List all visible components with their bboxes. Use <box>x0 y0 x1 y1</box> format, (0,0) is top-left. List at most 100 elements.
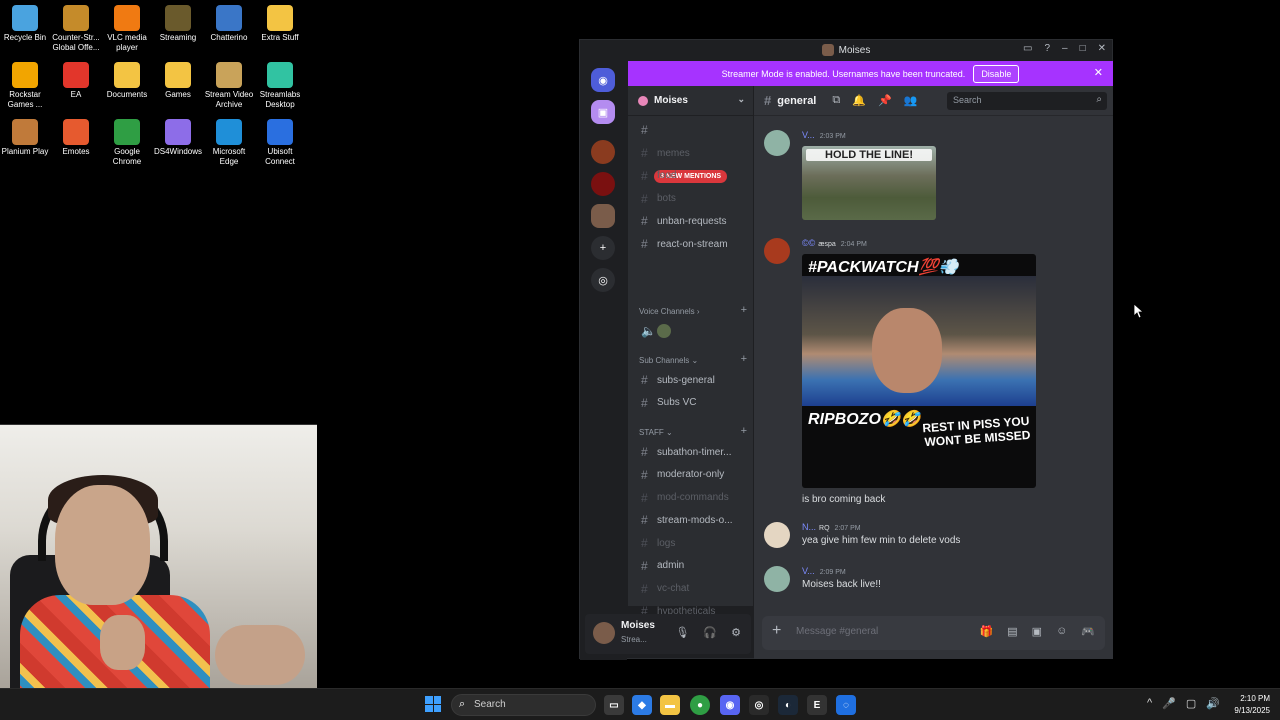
desktop-icon[interactable]: Games <box>153 62 203 100</box>
channel-item[interactable]: # memes <box>641 146 690 160</box>
server-header[interactable]: Moises ⌄ <box>628 86 753 116</box>
help-icon[interactable]: ? <box>1044 43 1050 54</box>
minimize-button[interactable]: – <box>1062 43 1068 54</box>
desktop-icon[interactable]: Planium Play <box>0 119 50 157</box>
channel-item[interactable]: # bots <box>641 192 676 206</box>
channel-item[interactable]: # logs <box>641 536 675 550</box>
gear-icon[interactable]: ⚙ <box>731 626 741 639</box>
desktop-icon[interactable]: EA <box>51 62 101 100</box>
direct-messages-icon[interactable]: ◉ <box>591 68 615 92</box>
bell-icon[interactable]: 🔔 <box>852 94 866 107</box>
headphones-icon[interactable]: 🎧 <box>703 626 717 639</box>
pin-icon[interactable]: 📌 <box>878 94 892 107</box>
add-server-icon[interactable]: + <box>591 236 615 260</box>
disable-button[interactable]: Disable <box>973 64 1020 83</box>
channel-item[interactable]: # subs-general <box>641 373 715 387</box>
channel-item[interactable]: # subathon-timer... <box>641 445 731 459</box>
server-icon-purple[interactable]: ▣ <box>591 100 615 124</box>
start-button[interactable] <box>425 696 441 712</box>
meme-attachment[interactable]: #PACKWATCH💯💨 RIPBOZO🤣🤣 REST IN PISS YOU … <box>802 254 1036 488</box>
message-author[interactable]: ©© æspa 2:04 PM <box>802 238 867 248</box>
discord-taskbar-icon[interactable]: ◉ <box>720 695 740 715</box>
chevron-up-icon[interactable]: ^ <box>1147 697 1152 710</box>
task-view-icon[interactable]: ▭ <box>604 695 624 715</box>
clock[interactable]: 2:10 PM 9/13/2025 <box>1234 693 1270 717</box>
image-attachment[interactable]: HOLD THE LINE! <box>802 146 936 220</box>
desktop-icon-label: Streamlabs Desktop <box>259 90 301 109</box>
add-channel-icon[interactable]: + <box>741 425 747 437</box>
message-author[interactable]: V... 2:09 PM <box>802 566 846 576</box>
server-icon-2[interactable] <box>591 172 615 196</box>
desktop-icon[interactable]: Documents <box>102 62 152 100</box>
gif-icon[interactable]: ▤ <box>1007 625 1017 638</box>
channel-item[interactable]: # admin <box>641 559 684 573</box>
attach-plus-icon[interactable]: + <box>772 622 781 640</box>
obs-icon[interactable]: ◎ <box>749 695 769 715</box>
epic-games-icon[interactable]: E <box>807 695 827 715</box>
search-placeholder: Search <box>953 95 982 105</box>
category-staff[interactable]: STAFF ⌄ <box>639 428 673 437</box>
members-icon[interactable]: 👥 <box>904 94 918 107</box>
channel-item[interactable]: # Subs VC <box>641 396 696 410</box>
desktop-icon[interactable]: Chatterino <box>204 5 254 43</box>
desktop-icon[interactable]: Microsoft Edge <box>204 119 254 167</box>
server-icon-moises[interactable] <box>591 204 615 228</box>
desktop-icon[interactable]: Recycle Bin <box>0 5 50 43</box>
channel-item[interactable]: # unban-requests <box>641 214 727 228</box>
ubisoft-taskbar-icon[interactable]: ◌ <box>836 695 856 715</box>
sticker-icon[interactable]: ▣ <box>1032 625 1042 638</box>
desktop-icon[interactable]: Counter-Str... Global Offe... <box>51 5 101 53</box>
chrome-icon[interactable]: ● <box>690 695 710 715</box>
threads-icon[interactable]: ⧉ <box>832 94 840 107</box>
desktop-icon[interactable]: Rockstar Games ... <box>0 62 50 110</box>
category-voice[interactable]: Voice Channels › <box>639 307 699 316</box>
avatar[interactable] <box>764 238 790 264</box>
banner-close-icon[interactable]: ✕ <box>1094 66 1103 79</box>
desktop-icon[interactable]: Google Chrome <box>102 119 152 167</box>
copilot-icon[interactable]: ◆ <box>632 695 652 715</box>
display-icon[interactable]: ▢ <box>1186 697 1196 710</box>
channel-item[interactable]: # food <box>641 169 676 183</box>
taskbar-search[interactable]: ⌕ Search <box>451 694 596 716</box>
desktop-icon[interactable]: Streamlabs Desktop <box>255 62 305 110</box>
message-author[interactable]: V... 2:03 PM <box>802 130 846 140</box>
channel-item[interactable]: # mod-commands <box>641 491 729 505</box>
message-composer[interactable]: + Message #general 🎁 ▤ ▣ ☺ 🎮 <box>762 616 1105 650</box>
desktop-icon[interactable]: VLC media player <box>102 5 152 53</box>
close-button[interactable]: ✕ <box>1098 43 1106 54</box>
volume-icon[interactable]: 🔊 <box>1206 697 1220 710</box>
desktop-icon[interactable]: Stream Video Archive <box>204 62 254 110</box>
microphone-icon[interactable]: 🎙 <box>675 626 689 639</box>
search-input[interactable]: Search ⌕ <box>947 92 1107 110</box>
desktop-icon[interactable]: Emotes <box>51 119 101 157</box>
chevron-down-icon[interactable]: ⌄ <box>737 94 745 105</box>
steam-icon[interactable]: ◐ <box>778 695 798 715</box>
channel-item[interactable]: # stream-mods-o... <box>641 513 733 527</box>
server-icon-1[interactable] <box>591 140 615 164</box>
avatar[interactable] <box>593 622 615 644</box>
voice-channel[interactable]: 🔈 <box>641 324 671 338</box>
add-channel-icon[interactable]: + <box>741 304 747 316</box>
avatar[interactable] <box>764 130 790 156</box>
desktop-icon[interactable]: Streaming <box>153 5 203 43</box>
avatar[interactable] <box>764 566 790 592</box>
category-sub[interactable]: Sub Channels ⌄ <box>639 356 698 365</box>
activity-icon[interactable]: 🎮 <box>1081 625 1095 638</box>
add-channel-icon[interactable]: + <box>741 353 747 365</box>
channel-hidden[interactable]: # <box>641 123 657 137</box>
gift-icon[interactable]: 🎁 <box>980 625 994 638</box>
desktop-icon[interactable]: DS4Windows <box>153 119 203 157</box>
avatar[interactable] <box>764 522 790 548</box>
channel-item[interactable]: # vc-chat <box>641 582 689 596</box>
inbox-icon[interactable]: ▭ <box>1023 43 1032 54</box>
discover-icon[interactable]: ◎ <box>591 268 615 292</box>
message-author[interactable]: N... RQ 2:07 PM <box>802 522 861 532</box>
microphone-tray-icon[interactable]: 🎤 <box>1162 697 1176 710</box>
maximize-button[interactable]: □ <box>1080 43 1086 54</box>
channel-item[interactable]: # moderator-only <box>641 468 724 482</box>
desktop-icon[interactable]: Ubisoft Connect <box>255 119 305 167</box>
channel-item[interactable]: # react-on-stream <box>641 237 728 251</box>
file-explorer-icon[interactable]: ▬ <box>660 695 680 715</box>
desktop-icon[interactable]: Extra Stuff <box>255 5 305 43</box>
emoji-icon[interactable]: ☺ <box>1056 625 1067 638</box>
